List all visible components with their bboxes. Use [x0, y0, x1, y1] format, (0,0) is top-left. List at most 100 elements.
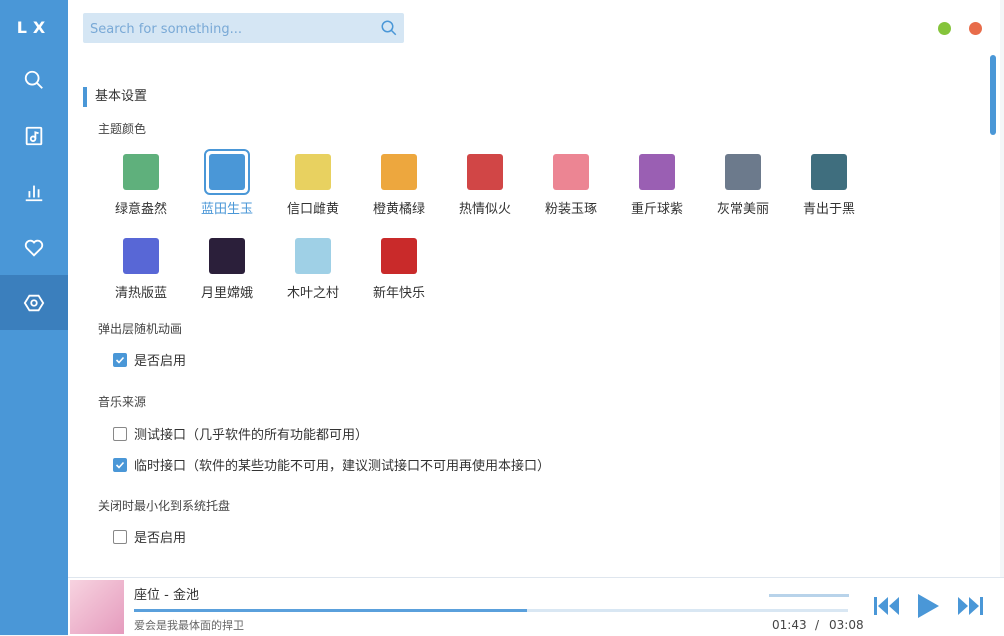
popup-enable-option[interactable]: 是否启用	[113, 350, 186, 369]
theme-option[interactable]: 清热版蓝	[106, 233, 176, 301]
search-bar	[83, 13, 404, 45]
previous-icon[interactable]	[873, 594, 901, 618]
theme-swatch	[209, 238, 245, 274]
total-time: 03:08	[829, 618, 864, 632]
theme-swatch	[467, 154, 503, 190]
app-logo: LX	[16, 17, 52, 37]
theme-option[interactable]: 灰常美丽	[708, 149, 778, 217]
source-test-option[interactable]: 测试接口（几乎软件的所有功能都可用）	[113, 424, 368, 443]
tray-enable-option[interactable]: 是否启用	[113, 527, 186, 546]
theme-option[interactable]: 橙黄橘绿	[364, 149, 434, 217]
tray-title: 关闭时最小化到系统托盘	[98, 499, 231, 513]
close-button[interactable]	[969, 22, 982, 35]
theme-label: 月里嫦娥	[200, 286, 253, 301]
theme-label: 橙黄橘绿	[372, 202, 425, 217]
nav-settings[interactable]	[0, 275, 68, 330]
theme-label: 蓝田生玉	[200, 202, 253, 217]
theme-swatch	[295, 238, 331, 274]
theme-swatch-frame	[204, 233, 250, 279]
check-icon	[115, 461, 125, 469]
theme-option[interactable]: 粉装玉琢	[536, 149, 606, 217]
theme-swatch	[209, 154, 245, 190]
theme-option[interactable]: 月里嫦娥	[192, 233, 262, 301]
theme-label: 绿意盎然	[114, 202, 167, 217]
theme-swatch-frame	[720, 149, 766, 195]
theme-label: 清热版蓝	[114, 286, 167, 301]
tray-enable-label: 是否启用	[134, 531, 187, 546]
check-icon	[115, 356, 125, 364]
theme-label: 粉装玉琢	[544, 202, 597, 217]
heart-icon	[24, 239, 44, 257]
popup-title: 弹出层随机动画	[98, 322, 183, 336]
theme-label: 木叶之村	[286, 286, 339, 301]
theme-swatch	[123, 238, 159, 274]
theme-swatch-frame	[376, 149, 422, 195]
theme-swatch	[725, 154, 761, 190]
theme-swatch-frame	[462, 149, 508, 195]
progress-bar[interactable]	[134, 609, 848, 612]
main-panel: 基本设置 主题颜色 绿意盎然 蓝田生玉 信口雌黄 橙黄橘绿 热情似火 粉装玉琢 重斤球紫 灰常…	[68, 0, 1000, 577]
theme-swatch	[295, 154, 331, 190]
tray-enable-checkbox[interactable]	[113, 529, 127, 544]
search-input[interactable]	[88, 13, 372, 45]
settings-icon	[23, 294, 45, 311]
nav-leaderboard[interactable]	[0, 164, 68, 219]
volume-slider[interactable]	[769, 594, 849, 597]
music-note-icon	[25, 126, 43, 145]
source-test-label: 测试接口（几乎软件的所有功能都可用）	[134, 428, 369, 443]
source-title: 音乐来源	[98, 395, 147, 409]
theme-label: 新年快乐	[372, 286, 425, 301]
search-icon[interactable]	[380, 19, 398, 37]
bar-chart-icon	[25, 185, 43, 201]
theme-option[interactable]: 热情似火	[450, 149, 520, 217]
nav-favorites[interactable]	[0, 220, 68, 275]
source-temp-checkbox[interactable]	[113, 457, 127, 472]
theme-swatch-frame	[634, 149, 680, 195]
source-temp-option[interactable]: 临时接口（软件的某些功能不可用，建议测试接口不可用再使用本接口）	[113, 455, 550, 474]
search-icon	[24, 70, 43, 89]
theme-swatch	[123, 154, 159, 190]
theme-swatch	[381, 154, 417, 190]
theme-swatch-frame	[118, 233, 164, 279]
theme-option[interactable]: 重斤球紫	[622, 149, 692, 217]
player-bar: 座位 - 金池 爱会是我最体面的捍卫 01:43 / 03:08	[68, 577, 1004, 636]
scrollbar[interactable]	[990, 55, 996, 135]
theme-label: 信口雌黄	[286, 202, 339, 217]
theme-swatch-frame	[118, 149, 164, 195]
theme-label: 青出于黑	[802, 202, 855, 217]
source-temp-label: 临时接口（软件的某些功能不可用，建议测试接口不可用再使用本接口）	[134, 459, 551, 474]
source-test-checkbox[interactable]	[113, 426, 127, 441]
next-icon[interactable]	[956, 594, 984, 618]
theme-swatch-frame	[204, 149, 250, 195]
theme-option[interactable]: 木叶之村	[278, 233, 348, 301]
theme-swatch	[811, 154, 847, 190]
album-cover[interactable]	[70, 580, 124, 634]
theme-option[interactable]: 青出于黑	[794, 149, 864, 217]
theme-swatch-frame	[290, 149, 336, 195]
theme-swatch-frame	[548, 149, 594, 195]
popup-enable-checkbox[interactable]	[113, 352, 127, 367]
theme-swatch	[639, 154, 675, 190]
sidebar: LX	[0, 0, 68, 635]
theme-label: 灰常美丽	[716, 202, 769, 217]
theme-swatch	[381, 238, 417, 274]
theme-swatch	[553, 154, 589, 190]
minimize-button[interactable]	[938, 22, 951, 35]
section-title: 基本设置	[83, 87, 147, 107]
progress-fill	[134, 609, 527, 612]
theme-option[interactable]: 蓝田生玉	[192, 149, 262, 217]
theme-option[interactable]: 新年快乐	[364, 233, 434, 301]
popup-enable-label: 是否启用	[134, 354, 187, 369]
nav-search[interactable]	[0, 52, 68, 107]
settings-panel: 基本设置 主题颜色 绿意盎然 蓝田生玉 信口雌黄 橙黄橘绿 热情似火 粉装玉琢 重斤球紫 灰常…	[83, 63, 943, 577]
theme-label: 热情似火	[458, 202, 511, 217]
nav-music-library[interactable]	[0, 108, 68, 163]
theme-option[interactable]: 绿意盎然	[106, 149, 176, 217]
theme-option[interactable]: 信口雌黄	[278, 149, 348, 217]
theme-label: 重斤球紫	[630, 202, 683, 217]
time-separator: /	[815, 618, 820, 632]
song-title: 座位 - 金池	[134, 588, 199, 603]
current-time: 01:43	[772, 618, 807, 632]
lyric-line: 爱会是我最体面的捍卫	[134, 619, 244, 632]
play-icon[interactable]	[915, 592, 941, 620]
